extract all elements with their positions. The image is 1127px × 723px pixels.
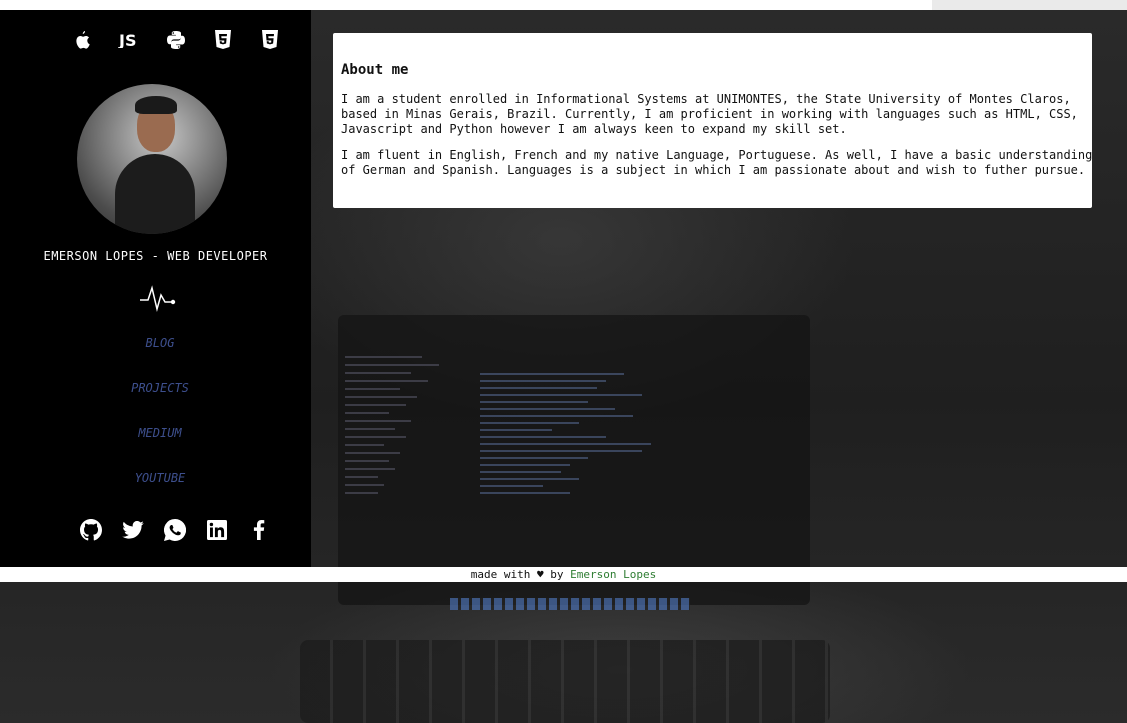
about-paragraph-education: I am a student enrolled in Informational… [341,92,1078,136]
footer: made with ♥ by Emerson Lopes [0,567,1127,582]
nav-link-blog[interactable]: BLOG [0,336,320,381]
about-me-card: About me I am a student enrolled in Info… [333,33,1092,208]
facebook-icon[interactable] [238,518,280,542]
heart-icon: ♥ [537,568,544,581]
top-right-edge [932,0,1127,10]
avatar [77,84,227,234]
footer-author-link[interactable]: Emerson Lopes [570,568,656,581]
tech-icons: JS [58,29,293,51]
nav-link-projects[interactable]: PROJECTS [0,381,320,426]
html5-icon [199,29,246,51]
social-links [70,518,280,542]
github-icon[interactable] [70,518,112,542]
footer-by: by [550,568,564,581]
twitter-icon[interactable] [112,518,154,542]
css3-icon [246,29,293,51]
python-icon [152,29,199,51]
sidebar-nav: BLOG PROJECTS MEDIUM YOUTUBE [0,336,320,516]
nav-link-youtube[interactable]: YOUTUBE [0,471,320,516]
apple-icon [58,29,105,51]
js-icon: JS [105,29,152,51]
background-code [480,368,660,499]
nav-link-medium[interactable]: MEDIUM [0,426,320,471]
footer-prefix: made with [470,568,531,581]
background-keyboard [300,640,830,723]
linkedin-icon[interactable] [196,518,238,542]
background-file-tree [345,350,455,500]
heartbeat-icon [140,282,178,316]
profile-name: EMERSON LOPES - WEB DEVELOPER [43,249,268,263]
whatsapp-icon[interactable] [154,518,196,542]
about-paragraph-languages: I am fluent in English, French and my na… [341,148,1093,177]
about-title: About me [341,62,409,78]
background-dock [450,598,690,610]
svg-text:JS: JS [118,32,136,48]
sidebar: JS EMERSON LOPES - WEB DEVELOPER BLOG PR… [0,10,311,567]
